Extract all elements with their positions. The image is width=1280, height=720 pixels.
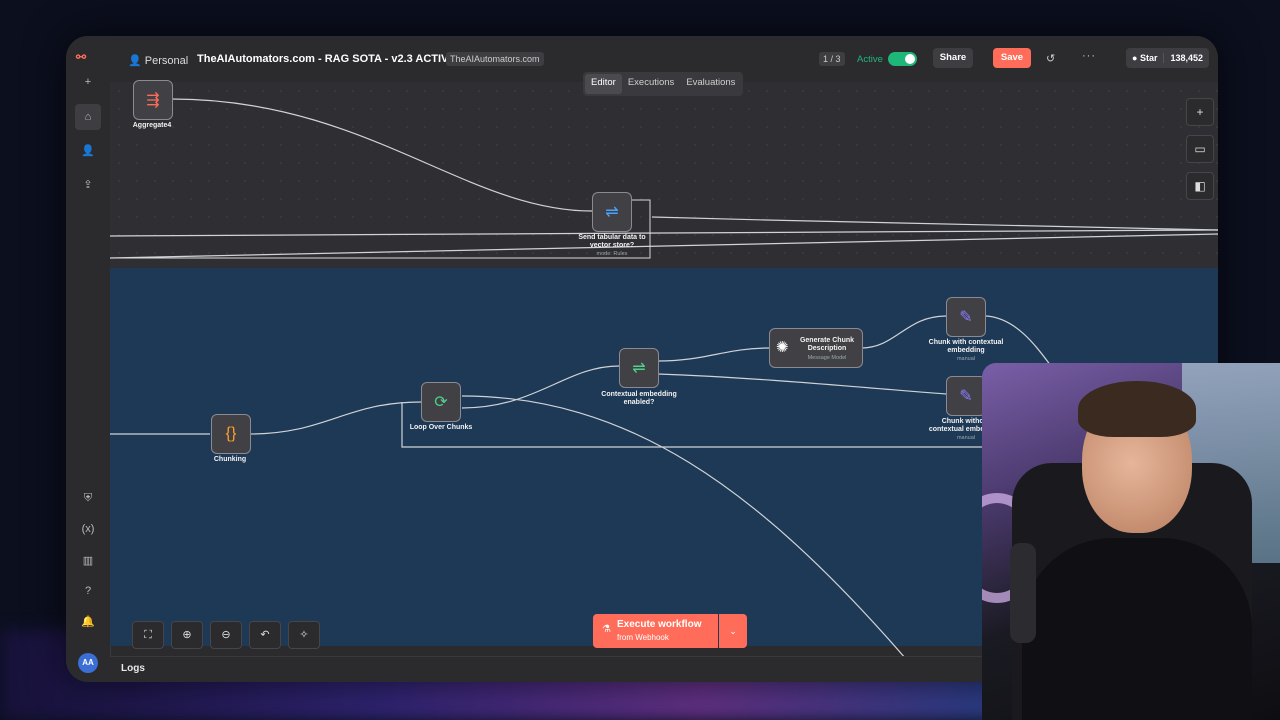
zoom-out-icon[interactable]: ⊖ — [210, 621, 242, 649]
flask-icon: ⚗ — [602, 624, 611, 635]
chunk-without-embedding-node[interactable]: ✎ — [946, 376, 986, 416]
aggregate-node-label: Aggregate4 — [132, 122, 172, 129]
execute-label: Execute workflow — [617, 619, 702, 630]
right-toolbar: + ▭ ◧ — [1186, 98, 1214, 209]
tab-executions[interactable]: Executions — [622, 74, 680, 94]
generate-chunk-description-node[interactable]: ✺ Generate Chunk Description Message Mod… — [769, 328, 863, 368]
chunking-code-node[interactable]: {} — [211, 414, 251, 454]
code-braces-icon: {} — [225, 425, 237, 442]
tab-editor[interactable]: Editor — [585, 74, 622, 94]
zoom-in-icon[interactable]: ⊕ — [171, 621, 203, 649]
webcam-person-hair — [1078, 381, 1196, 437]
chunk-with-node-sub: manual — [956, 356, 976, 362]
chunk-with-node-label: Chunk with contextual embedding — [928, 339, 1004, 354]
send-tabular-node-label: Send tabular data to vector store? — [578, 234, 646, 249]
zoom-toolbar: ⛶ ⊕ ⊖ ↶ ✧ — [132, 621, 320, 649]
contextual-node-label: Contextual embedding enabled? — [601, 391, 677, 406]
contextual-embedding-if-node[interactable]: ⇌ — [619, 348, 659, 388]
tab-evaluations[interactable]: Evaluations — [680, 74, 741, 94]
pencil-icon: ✎ — [959, 309, 973, 326]
sticky-note-icon[interactable]: ▭ — [1186, 135, 1214, 163]
add-node-icon[interactable]: + — [1186, 98, 1214, 126]
send-tabular-switch-node[interactable]: ⇌ — [592, 192, 632, 232]
fit-view-icon[interactable]: ⛶ — [132, 621, 164, 649]
logs-label: Logs — [121, 663, 145, 674]
chunk-with-embedding-node[interactable]: ✎ — [946, 297, 986, 337]
tidy-up-icon[interactable]: ✧ — [288, 621, 320, 649]
chunking-node-label: Chunking — [213, 456, 247, 463]
execute-workflow-button[interactable]: ⚗ Execute workflow from Webhook — [593, 614, 718, 648]
undo-icon[interactable]: ↶ — [249, 621, 281, 649]
editor-tabs: Editor Executions Evaluations — [583, 72, 744, 96]
chevron-down-icon: ⌄ — [729, 626, 737, 636]
aggregate-icon: ⇶ — [146, 92, 160, 109]
loop-node-label: Loop Over Chunks — [409, 424, 473, 431]
panel-toggle-icon[interactable]: ◧ — [1186, 172, 1214, 200]
loop-over-chunks-node[interactable]: ⟳ — [421, 382, 461, 422]
send-tabular-node-sub: mode: Rules — [596, 251, 628, 257]
pencil-icon: ✎ — [959, 388, 973, 405]
switch-icon: ⇌ — [605, 204, 619, 221]
webcam-microphone — [1010, 543, 1036, 643]
openai-icon: ✺ — [776, 339, 789, 356]
webcam-person-body — [1022, 538, 1252, 720]
wire-aggregate-to-send — [171, 98, 593, 212]
generate-node-sub: Message Model — [807, 355, 847, 361]
execute-dropdown-button[interactable]: ⌄ — [719, 614, 747, 648]
execute-sublabel: from Webhook — [617, 633, 669, 642]
aggregate-node[interactable]: ⇶ — [133, 80, 173, 120]
generate-node-label: Generate Chunk Description — [799, 337, 855, 352]
loop-icon: ⟳ — [434, 394, 448, 411]
switch-icon: ⇌ — [632, 360, 646, 377]
webcam-overlay — [982, 363, 1280, 720]
